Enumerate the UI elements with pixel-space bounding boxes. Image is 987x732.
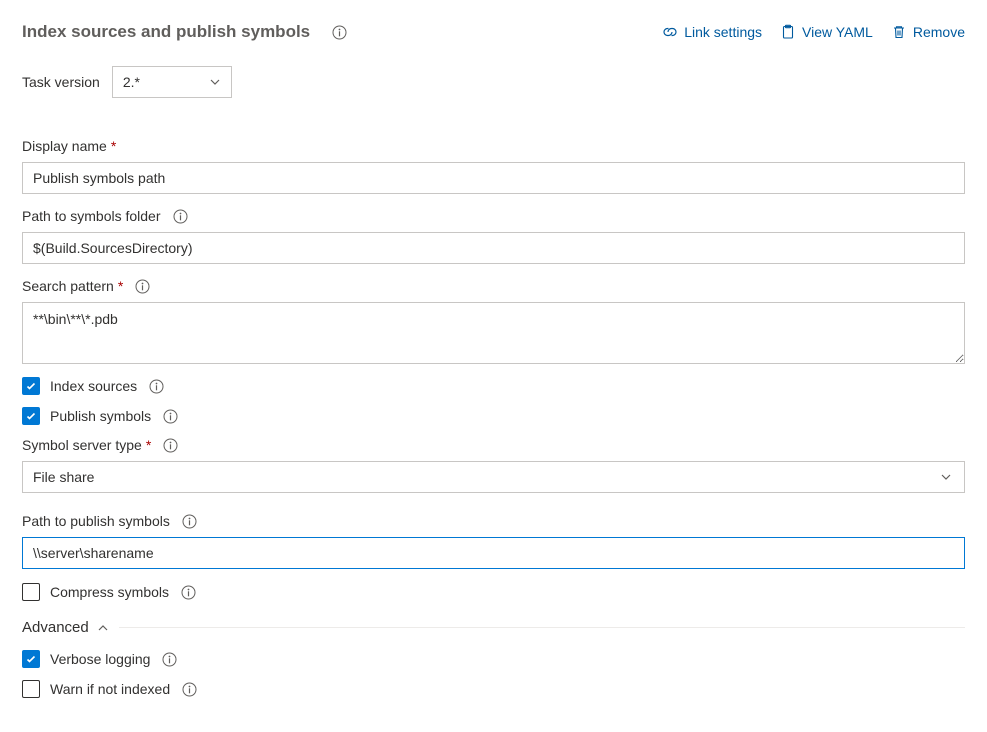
warn-not-indexed-row: Warn if not indexed [22,680,965,698]
info-icon[interactable] [163,438,178,453]
info-icon[interactable] [182,682,197,697]
publish-path-input[interactable] [22,537,965,569]
index-sources-label[interactable]: Index sources [50,378,137,394]
link-settings-button[interactable]: Link settings [662,24,762,40]
symbol-server-type-label: Symbol server type [22,437,142,453]
clipboard-icon [780,24,796,40]
remove-label: Remove [913,24,965,40]
symbol-server-type-select[interactable]: File share [22,461,965,493]
publish-symbols-label[interactable]: Publish symbols [50,408,151,424]
symbols-folder-label-row: Path to symbols folder [22,208,965,224]
info-icon[interactable] [162,652,177,667]
search-pattern-label-row: Search pattern * [22,278,965,294]
required-marker: * [146,437,151,453]
advanced-label: Advanced [22,619,89,636]
display-name-input[interactable] [22,162,965,194]
advanced-section-header[interactable]: Advanced [22,619,965,636]
link-icon [662,24,678,40]
info-icon[interactable] [181,585,196,600]
symbol-server-type-label-row: Symbol server type * [22,437,965,453]
task-version-row: Task version 2.* [22,66,965,98]
required-marker: * [118,278,123,294]
view-yaml-button[interactable]: View YAML [780,24,873,40]
link-settings-label: Link settings [684,24,762,40]
info-icon[interactable] [173,209,188,224]
compress-symbols-label[interactable]: Compress symbols [50,584,169,600]
search-pattern-label: Search pattern [22,278,114,294]
chevron-down-icon [940,471,952,483]
verbose-logging-row: Verbose logging [22,650,965,668]
header-row: Index sources and publish symbols Link s… [22,22,965,42]
info-icon[interactable] [149,379,164,394]
required-marker: * [111,138,116,154]
search-pattern-input[interactable] [22,302,965,364]
index-sources-checkbox[interactable] [22,377,40,395]
warn-not-indexed-checkbox[interactable] [22,680,40,698]
verbose-logging-checkbox[interactable] [22,650,40,668]
info-icon[interactable] [163,409,178,424]
symbol-server-type-value: File share [33,469,94,485]
warn-not-indexed-label[interactable]: Warn if not indexed [50,681,170,697]
info-icon[interactable] [332,25,347,40]
verbose-logging-label[interactable]: Verbose logging [50,651,150,667]
info-icon[interactable] [135,279,150,294]
info-icon[interactable] [182,514,197,529]
publish-path-label: Path to publish symbols [22,513,170,529]
publish-symbols-row: Publish symbols [22,407,965,425]
display-name-label: Display name [22,138,107,154]
symbols-folder-input[interactable] [22,232,965,264]
remove-button[interactable]: Remove [891,24,965,40]
chevron-up-icon [97,622,109,634]
publish-path-label-row: Path to publish symbols [22,513,965,529]
divider [119,627,965,628]
view-yaml-label: View YAML [802,24,873,40]
task-version-value: 2.* [123,74,140,90]
chevron-down-icon [209,76,221,88]
task-version-select[interactable]: 2.* [112,66,232,98]
compress-symbols-checkbox[interactable] [22,583,40,601]
compress-symbols-row: Compress symbols [22,583,965,601]
page-title: Index sources and publish symbols [22,22,310,42]
display-name-label-row: Display name * [22,138,965,154]
trash-icon [891,24,907,40]
publish-symbols-checkbox[interactable] [22,407,40,425]
index-sources-row: Index sources [22,377,965,395]
symbols-folder-label: Path to symbols folder [22,208,161,224]
task-version-label: Task version [22,74,100,90]
